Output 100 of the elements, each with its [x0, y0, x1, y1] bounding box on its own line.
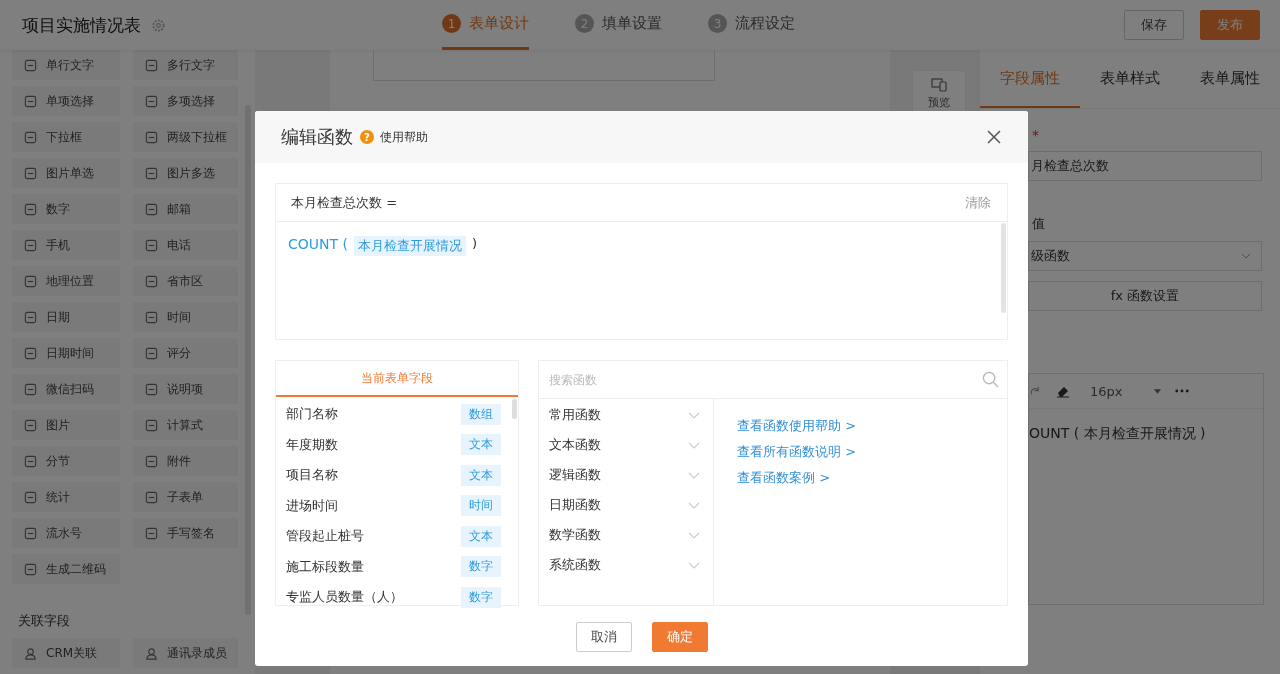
field-type-icon [145, 382, 158, 396]
field-type-item[interactable]: 计算式 [133, 410, 238, 440]
title-input[interactable]: 月检查总次数 [1028, 151, 1262, 181]
field-type-item[interactable]: 手写签名 [133, 518, 238, 548]
field-type-item[interactable]: 多行文字 [133, 50, 238, 80]
field-type-item[interactable]: CRM关联 [12, 638, 120, 668]
field-row[interactable]: 管段起止桩号 文本 [286, 521, 501, 552]
field-type-item[interactable]: 日期 [12, 302, 120, 332]
field-type-icon [24, 274, 37, 288]
person-icon [145, 646, 158, 660]
settings-icon[interactable] [151, 17, 166, 33]
field-type-item[interactable]: 数字 [12, 194, 120, 224]
chevron-icon [688, 471, 700, 479]
caret-icon[interactable] [1154, 388, 1161, 394]
property-tab[interactable]: 表单属性 [1180, 50, 1280, 108]
field-row[interactable]: 进场时间 时间 [286, 490, 501, 521]
scrollbar[interactable] [1001, 223, 1006, 313]
field-type-item[interactable]: 图片多选 [133, 158, 238, 188]
field-row[interactable]: 施工标段数量 数字 [286, 551, 501, 582]
field-type-item[interactable]: 流水号 [12, 518, 120, 548]
field-type-icon [24, 238, 37, 252]
help-link[interactable]: 查看函数案例 > [737, 469, 831, 487]
formula-target: 本月检查总次数 = [291, 193, 398, 212]
field-type-icon [24, 418, 37, 432]
eraser-icon[interactable] [1056, 384, 1070, 398]
field-type-item[interactable]: 单项选择 [12, 86, 120, 116]
field-type-item[interactable]: 多项选择 [133, 86, 238, 116]
help-link[interactable]: 查看函数使用帮助 > [737, 417, 857, 435]
field-type-icon [145, 346, 158, 360]
field-type-icon [24, 562, 37, 576]
field-type-item[interactable]: 统计 [12, 482, 120, 512]
function-category[interactable]: 文本函数 [539, 430, 713, 460]
field-type-item[interactable]: 分节 [12, 446, 120, 476]
font-size-select[interactable]: 16px [1090, 383, 1140, 399]
help-link[interactable]: 使用帮助 [380, 128, 428, 146]
function-category[interactable]: 逻辑函数 [539, 460, 713, 490]
search-icon[interactable] [982, 371, 999, 388]
help-link[interactable]: 查看所有函数说明 > [737, 443, 857, 461]
field-type-icon [24, 166, 37, 180]
type-tag: 文本 [461, 464, 501, 486]
field-type-icon [145, 94, 158, 108]
field-type-item[interactable]: 时间 [133, 302, 238, 332]
closing-paren: ) [472, 236, 478, 251]
section-title: 关联字段 [18, 612, 71, 630]
field-type-item[interactable]: 两级下拉框 [133, 122, 238, 152]
field-type-item[interactable]: 图片单选 [12, 158, 120, 188]
field-row[interactable]: 专监人员数量（人） 数字 [286, 582, 501, 613]
property-tab[interactable]: 字段属性 [980, 50, 1080, 108]
field-type-item[interactable]: 手机 [12, 230, 120, 260]
header-button[interactable]: 保存 [1124, 10, 1184, 40]
person-icon [24, 646, 37, 660]
field-type-item[interactable]: 通讯录成员 [133, 638, 238, 668]
field-type-item[interactable]: 下拉框 [12, 122, 120, 152]
field-type-item[interactable]: 单行文字 [12, 50, 120, 80]
header-button[interactable]: 发布 [1200, 10, 1260, 40]
more-icon[interactable] [1175, 389, 1189, 393]
field-tag: 本月检查开展情况 [354, 236, 466, 256]
field-type-icon [145, 238, 158, 252]
help-icon[interactable]: ? [360, 130, 374, 144]
field-type-item[interactable]: 附件 [133, 446, 238, 476]
function-category[interactable]: 常用函数 [539, 400, 713, 430]
property-tab[interactable]: 表单样式 [1080, 50, 1180, 108]
function-settings-button[interactable]: fx 函数设置 [1028, 281, 1262, 311]
clear-link[interactable]: 清除 [965, 193, 991, 212]
dialog-button[interactable]: 确定 [651, 622, 708, 652]
type-tag: 文本 [461, 434, 501, 456]
function-name: COUNT ( [288, 236, 348, 252]
field-type-icon [145, 418, 158, 432]
field-type-item[interactable]: 省市区 [133, 266, 238, 296]
formula-editor[interactable]: 本月检查总次数 = 清除 COUNT ( 本月检查开展情况 ) [275, 183, 1008, 340]
field-type-item[interactable]: 评分 [133, 338, 238, 368]
fields-tab[interactable]: 当前表单字段 [276, 361, 518, 397]
field-type-item[interactable]: 微信扫码 [12, 374, 120, 404]
field-type-icon [24, 346, 37, 360]
dialog-button[interactable]: 取消 [575, 622, 632, 652]
type-tag: 时间 [461, 495, 501, 517]
field-type-item[interactable]: 日期时间 [12, 338, 120, 368]
field-type-item[interactable]: 图片 [12, 410, 120, 440]
required-mark: * [1032, 127, 1039, 143]
field-row[interactable]: 年度期数 文本 [286, 429, 501, 460]
function-category[interactable]: 系统函数 [539, 550, 713, 580]
scrollbar[interactable] [512, 399, 517, 419]
chevron-icon [688, 441, 700, 449]
function-category[interactable]: 日期函数 [539, 490, 713, 520]
close-icon[interactable] [987, 130, 1001, 144]
field-type-item[interactable]: 说明项 [133, 374, 238, 404]
field-row[interactable]: 部门名称 数组 [286, 399, 501, 430]
field-type-icon [145, 202, 158, 216]
field-type-item[interactable]: 子表单 [133, 482, 238, 512]
chevron-icon [688, 561, 700, 569]
type-tag: 文本 [461, 525, 501, 547]
field-type-item[interactable]: 电话 [133, 230, 238, 260]
default-select[interactable]: 级函数 [1028, 241, 1262, 271]
field-row[interactable]: 项目名称 文本 [286, 460, 501, 491]
field-type-item[interactable]: 地理位置 [12, 266, 120, 296]
field-type-item[interactable]: 邮箱 [133, 194, 238, 224]
function-category[interactable]: 数学函数 [539, 520, 713, 550]
field-type-icon [145, 58, 158, 72]
field-type-item[interactable]: 生成二维码 [12, 554, 120, 584]
field-type-icon [24, 382, 37, 396]
